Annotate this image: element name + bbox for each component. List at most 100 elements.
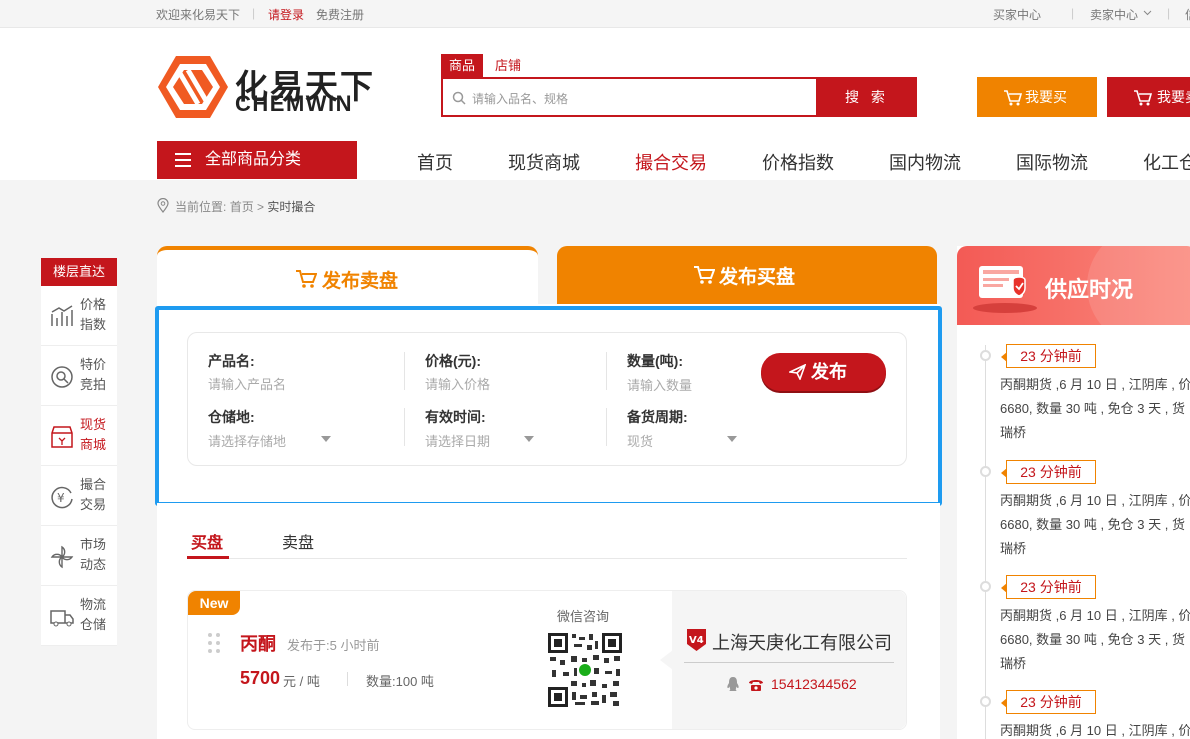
floor-item-auction[interactable]: 特价竞拍 xyxy=(41,346,117,406)
logo-english[interactable]: CHEMWIN xyxy=(235,91,353,117)
supply-entry-line[interactable]: 瑞桥 xyxy=(1000,537,1190,561)
breadcrumb-current: 实时撮合 xyxy=(267,200,316,214)
floor-item-label: 市场动态 xyxy=(80,537,107,572)
supply-entry-line[interactable]: 瑞桥 xyxy=(1000,421,1190,445)
qr-code-icon xyxy=(547,632,623,708)
qq-icon[interactable] xyxy=(726,676,740,692)
nav-spot-mall[interactable]: 现货商城 xyxy=(508,149,580,175)
nav-international-logistics[interactable]: 国际物流 xyxy=(1016,149,1088,175)
floor-item-label: 特价竞拍 xyxy=(80,357,107,392)
floor-item-label: 撮合交易 xyxy=(80,477,107,512)
divider xyxy=(187,558,907,559)
supply-entry-line[interactable]: 丙酮期货 ,6 月 10 日 , 江阴库 , 价 xyxy=(1000,489,1190,513)
breadcrumb: 当前位置: 首页 > 实时撮合 xyxy=(175,198,315,215)
pinwheel-icon xyxy=(50,545,74,569)
top-bar: 欢迎来化易天下 | 请登录 免费注册 买家中心 | 卖家中心 | 信 xyxy=(0,0,1190,28)
time-ago-badge: 23 分钟前 xyxy=(1001,690,1096,714)
supply-entry-line[interactable]: 丙酮期货 ,6 月 10 日 , 江阴库 , 价 xyxy=(1000,604,1190,628)
phone-icon xyxy=(749,680,763,691)
product-name[interactable]: 丙酮 xyxy=(240,630,276,656)
chemwin-logo-icon[interactable] xyxy=(158,56,228,118)
highlight-box xyxy=(155,306,942,506)
time-ago-badge: 23 分钟前 xyxy=(1001,344,1096,368)
search-button[interactable]: 搜 索 xyxy=(817,77,917,117)
floor-item-spot-mall[interactable]: 现货商城 xyxy=(41,406,117,466)
time-ago-badge: 23 分钟前 xyxy=(1001,460,1096,484)
price-value: 5700 xyxy=(240,668,281,688)
timeline-dot xyxy=(980,350,991,361)
vip-level: V4 xyxy=(689,635,704,646)
timeline-dot xyxy=(980,466,991,477)
divider: | xyxy=(1167,6,1171,20)
tab-publish-buy[interactable]: 发布买盘 xyxy=(557,246,937,304)
tab-buy-orders[interactable]: 买盘 xyxy=(191,529,223,553)
buy-button-label: 我要买 xyxy=(1025,89,1067,105)
tab-sell-orders[interactable]: 卖盘 xyxy=(282,529,314,553)
supply-entry-line[interactable]: 丙酮期货 ,6 月 10 日 , 江阴库 , 价 xyxy=(1000,719,1190,739)
breadcrumb-home[interactable]: 首页 xyxy=(230,200,254,214)
search-tab-goods[interactable]: 商品 xyxy=(441,54,484,78)
supply-entry-line[interactable]: 瑞桥 xyxy=(1000,652,1190,676)
tab-publish-buy-label: 发布买盘 xyxy=(719,267,796,288)
price-unit: 元 / 吨 xyxy=(283,674,320,689)
supply-entry-line[interactable]: 6680, 数量 30 吨 , 免仓 3 天 , 货 xyxy=(1000,628,1190,652)
cart-icon xyxy=(694,266,715,284)
cart-icon xyxy=(1004,90,1023,106)
new-badge: New xyxy=(188,591,240,615)
cart-icon xyxy=(296,270,317,288)
floor-item-price-index[interactable]: 价格指数 xyxy=(41,286,117,346)
cart-icon xyxy=(1134,90,1153,106)
sell-button[interactable]: 我要卖 xyxy=(1107,77,1190,117)
published-time: 发布于:5 小时前 xyxy=(287,638,380,653)
drag-handle-icon[interactable] xyxy=(207,632,223,654)
nav-domestic-logistics[interactable]: 国内物流 xyxy=(889,149,961,175)
all-categories-button[interactable]: 全部商品分类 xyxy=(157,141,357,179)
sell-button-label: 我要卖 xyxy=(1157,89,1190,105)
company-panel xyxy=(672,591,906,729)
divider xyxy=(684,662,894,663)
buy-button[interactable]: 我要买 xyxy=(977,77,1097,117)
floor-item-market[interactable]: 市场动态 xyxy=(41,526,117,586)
buyer-center-link[interactable]: 买家中心 xyxy=(993,6,1041,23)
chevron-down-icon xyxy=(1143,10,1152,16)
phone-number[interactable]: 15412344562 xyxy=(771,676,857,692)
tab-publish-sell[interactable]: 发布卖盘 xyxy=(157,246,538,306)
timeline-dot xyxy=(980,696,991,707)
quantity-value: 数量:100 吨 xyxy=(366,674,434,689)
auction-icon xyxy=(51,366,73,388)
divider: | xyxy=(252,6,256,20)
topbar-more-link[interactable]: 信 xyxy=(1185,6,1190,23)
register-link[interactable]: 免费注册 xyxy=(316,6,364,23)
nav-home[interactable]: 首页 xyxy=(417,149,453,175)
chart-icon xyxy=(51,305,73,326)
time-ago-badge: 23 分钟前 xyxy=(1001,575,1096,599)
seller-center-link[interactable]: 卖家中心 xyxy=(1090,6,1138,23)
search-tab-shop[interactable]: 店铺 xyxy=(487,54,529,78)
all-categories-label: 全部商品分类 xyxy=(205,151,302,168)
location-pin-icon xyxy=(157,198,169,213)
supply-entry-line[interactable]: 6680, 数量 30 吨 , 免仓 3 天 , 货 xyxy=(1000,513,1190,537)
nav-chemical-warehouse[interactable]: 化工仓 xyxy=(1143,149,1190,175)
supply-entry-line[interactable]: 6680, 数量 30 吨 , 免仓 3 天 , 货 xyxy=(1000,397,1190,421)
login-link[interactable]: 请登录 xyxy=(268,6,304,23)
menu-icon xyxy=(175,153,191,167)
floor-item-logistics[interactable]: 物流仓储 xyxy=(41,586,117,646)
tab-publish-sell-label: 发布卖盘 xyxy=(322,271,399,292)
search-input[interactable]: 请输入品名、规格 xyxy=(441,77,818,117)
timeline-dot xyxy=(980,581,991,592)
yen-exchange-icon: ¥ xyxy=(51,486,73,509)
monitor-illustration-icon xyxy=(973,266,1037,313)
nav-price-index[interactable]: 价格指数 xyxy=(762,149,834,175)
company-name[interactable]: 上海天庚化工有限公司 xyxy=(712,629,892,655)
svg-text:¥: ¥ xyxy=(57,491,65,505)
floor-item-label: 现货商城 xyxy=(80,417,107,452)
supply-panel-title: 供应时况 xyxy=(1045,277,1134,302)
supply-panel-header: 供应时况 xyxy=(957,246,1190,325)
nav-matching-trade[interactable]: 撮合交易 xyxy=(635,149,707,175)
floor-item-matching[interactable]: ¥ 撮合交易 xyxy=(41,466,117,526)
floor-nav: 楼层直达 价格指数 特价竞拍 现货商城 ¥ 撮合交易 市场动态 物流仓储 xyxy=(41,258,117,646)
breadcrumb-prefix: 当前位置: xyxy=(175,200,227,214)
supply-entry-line[interactable]: 丙酮期货 ,6 月 10 日 , 江阴库 , 价 xyxy=(1000,373,1190,397)
active-tab-underline xyxy=(187,556,229,559)
floor-item-label: 价格指数 xyxy=(80,297,107,332)
